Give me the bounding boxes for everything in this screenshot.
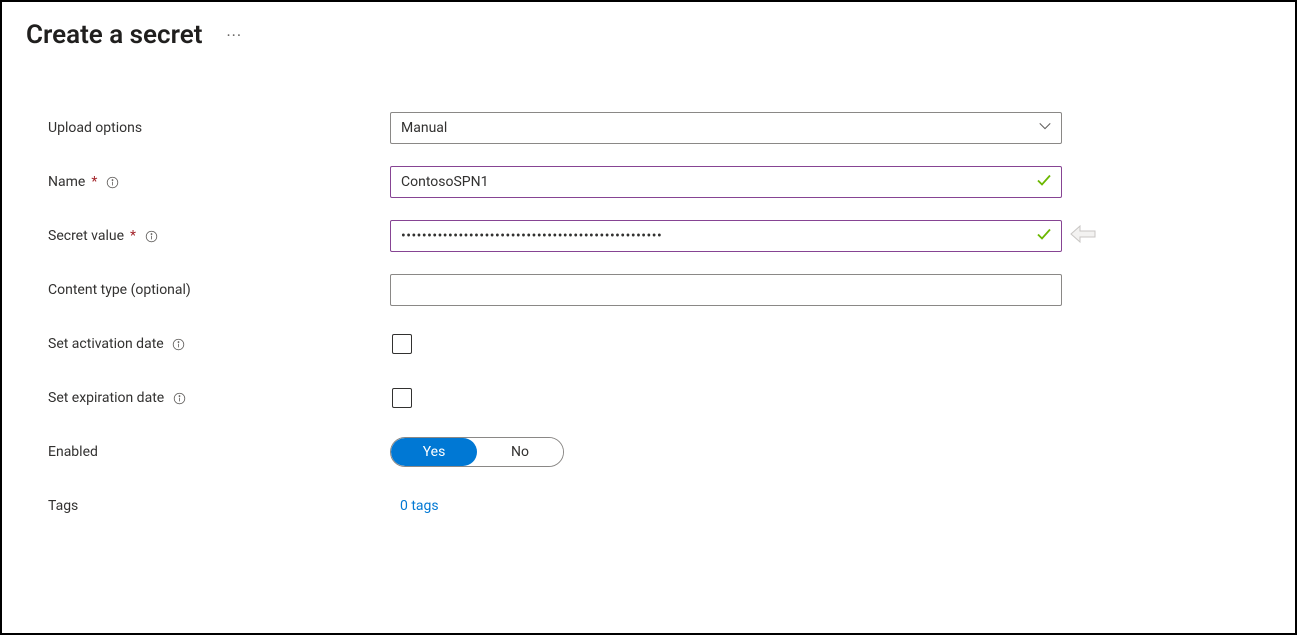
enabled-yes-button[interactable]: Yes	[391, 438, 477, 466]
required-star-icon: *	[91, 174, 97, 190]
upload-options-select[interactable]	[390, 112, 1062, 144]
name-row: Name *	[48, 166, 1271, 198]
name-label: Name *	[48, 174, 390, 190]
pointer-arrow-icon	[1070, 225, 1096, 247]
required-star-icon: *	[130, 228, 136, 244]
secret-value-label: Secret value *	[48, 228, 390, 244]
enabled-toggle: Yes No	[390, 437, 564, 467]
info-icon[interactable]	[172, 337, 186, 351]
upload-options-select-wrapper	[390, 112, 1062, 144]
create-secret-form: Upload options Name *	[26, 112, 1271, 522]
upload-options-row: Upload options	[48, 112, 1271, 144]
tags-label: Tags	[48, 498, 390, 514]
expiration-date-checkbox[interactable]	[392, 388, 412, 408]
info-icon[interactable]	[144, 229, 158, 243]
expiration-date-row: Set expiration date	[48, 382, 1271, 414]
content-type-label: Content type (optional)	[48, 282, 390, 298]
activation-date-row: Set activation date	[48, 328, 1271, 360]
tags-row: Tags 0 tags	[48, 490, 1271, 522]
tags-link[interactable]: 0 tags	[400, 498, 439, 514]
content-type-input[interactable]	[390, 274, 1062, 306]
enabled-row: Enabled Yes No	[48, 436, 1271, 468]
page-header: Create a secret ···	[26, 20, 1271, 50]
name-input[interactable]	[390, 166, 1062, 198]
activation-date-checkbox[interactable]	[392, 334, 412, 354]
info-icon[interactable]	[105, 175, 119, 189]
info-icon[interactable]	[172, 391, 186, 405]
secret-value-input[interactable]	[390, 220, 1062, 252]
activation-date-label: Set activation date	[48, 336, 390, 352]
secret-value-row: Secret value *	[48, 220, 1271, 252]
enabled-no-button[interactable]: No	[477, 438, 563, 466]
page-title: Create a secret	[26, 20, 202, 50]
more-actions-icon[interactable]: ···	[226, 26, 242, 45]
expiration-date-label: Set expiration date	[48, 390, 390, 406]
upload-options-label: Upload options	[48, 120, 390, 136]
content-type-row: Content type (optional)	[48, 274, 1271, 306]
enabled-label: Enabled	[48, 444, 390, 460]
